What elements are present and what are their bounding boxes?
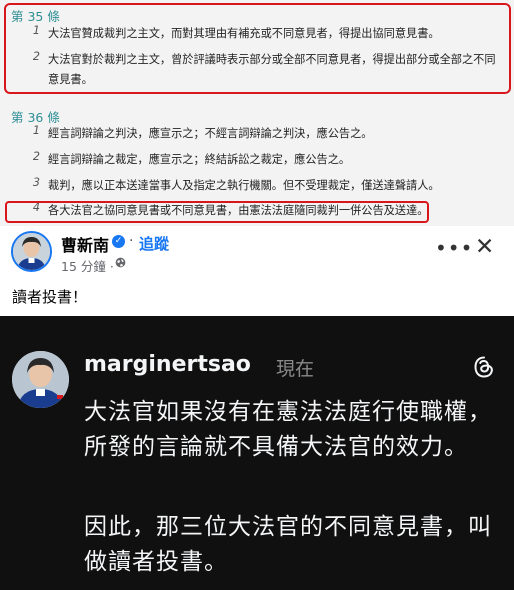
item-text: 裁判，應以正本送達當事人及指定之執行機關。但不受理裁定，僅送達聲請人。	[48, 179, 440, 192]
avatar-portrait-icon	[12, 351, 69, 408]
post-time[interactable]: 15 分鐘 ·	[61, 256, 114, 275]
threads-username[interactable]: marginertsao	[84, 352, 251, 377]
post-text: 讀者投書！	[12, 288, 88, 306]
verified-badge-icon: ✓	[112, 235, 125, 248]
globe-icon	[115, 257, 126, 268]
threads-avatar[interactable]	[12, 351, 69, 408]
follow-button[interactable]: 追蹤	[139, 233, 169, 254]
author-name[interactable]: 曹新南	[61, 232, 109, 256]
item-number: 3	[32, 176, 40, 189]
item-number: 2	[32, 150, 40, 163]
threads-logo-icon[interactable]	[472, 355, 496, 379]
item-number: 1	[32, 124, 40, 137]
threads-paragraph-1: 大法官如果沒有在憲法法庭行使職權，所發的言論就不具備大法官的效力。	[84, 399, 492, 460]
close-icon[interactable]: ✕	[475, 234, 494, 260]
item-text: 經言詞辯論之判決，應宣示之；不經言詞辯論之判決，應公告之。	[48, 127, 373, 140]
threads-post-time: 現在	[276, 358, 315, 380]
threads-paragraph-2: 因此，那三位大法官的不同意見書，叫做讀者投書。	[84, 514, 492, 575]
item-text: 經言詞辯論之裁定，應宣示之；終結訴訟之裁定，應公告之。	[48, 153, 351, 166]
highlight-box-article-36-item-4	[5, 201, 429, 223]
avatar-portrait-icon	[13, 233, 50, 270]
author-avatar[interactable]	[11, 231, 52, 272]
article-36-item-2: 2 經言詞辯論之裁定，應宣示之；終結訴訟之裁定，應公告之。	[0, 150, 514, 170]
article-36-item-3: 3 裁判，應以正本送達當事人及指定之執行機關。但不受理裁定，僅送達聲請人。	[0, 176, 514, 196]
separator-dot: ·	[129, 233, 134, 249]
article-36-item-1: 1 經言詞辯論之判決，應宣示之；不經言詞辯論之判決，應公告之。	[0, 124, 514, 144]
highlight-box-article-35	[4, 3, 511, 94]
more-options-icon[interactable]: •••	[435, 236, 473, 260]
